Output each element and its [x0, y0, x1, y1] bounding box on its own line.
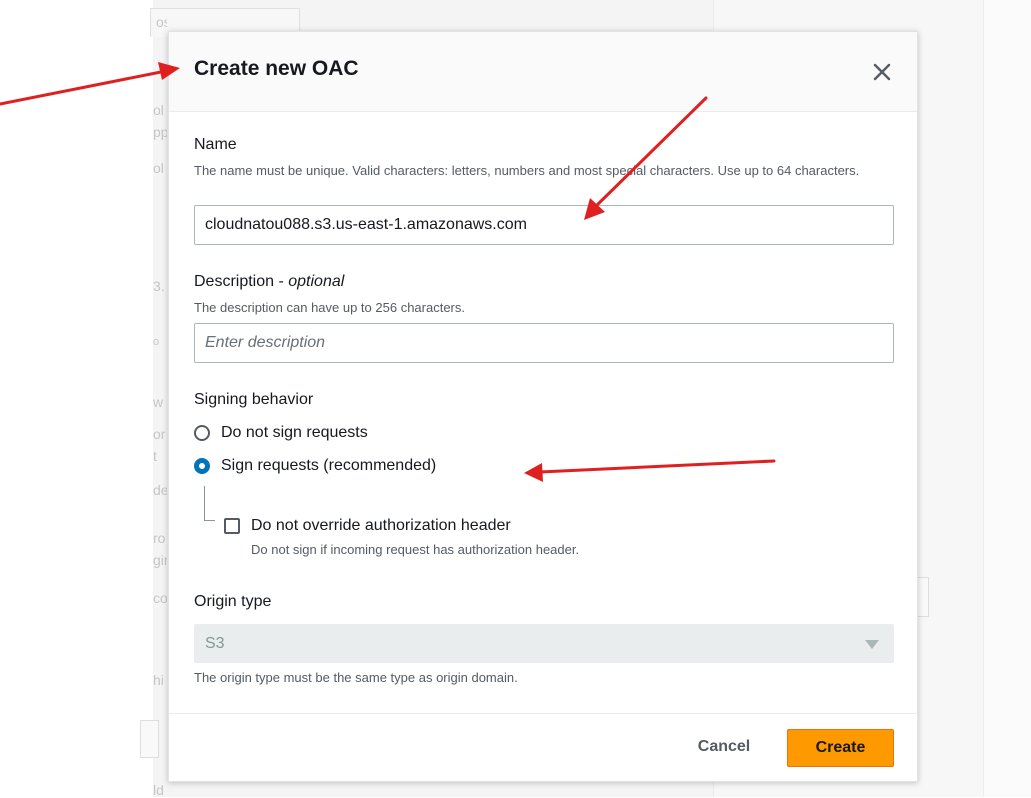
checkbox-do-not-override[interactable]: Do not override authorization header: [224, 517, 511, 535]
background-text: de: [153, 482, 167, 498]
background-text: ld: [153, 782, 164, 798]
background-scroll-area: [983, 0, 1031, 797]
background-text: 3.: [153, 278, 165, 294]
background-text: ol: [153, 102, 164, 118]
signing-behavior-label: Signing behavior: [194, 391, 314, 408]
checkbox-label: Do not override authorization header: [251, 517, 511, 534]
background-text: pp: [153, 124, 167, 140]
close-button[interactable]: [869, 59, 895, 85]
description-label-text: Description -: [194, 273, 289, 290]
description-label: Description - optional: [194, 273, 344, 291]
modal-title: Create new OAC: [194, 57, 359, 80]
background-text: or: [153, 426, 166, 442]
create-oac-modal: Create new OAC Name The name must be uni…: [168, 31, 918, 782]
background-text: osite endpoint: [156, 14, 167, 30]
create-button[interactable]: Create: [787, 729, 894, 767]
name-help: The name must be unique. Valid character…: [194, 163, 860, 178]
radio-do-not-sign[interactable]: Do not sign requests: [194, 424, 368, 442]
background-text: ol: [153, 160, 164, 176]
modal-header: Create new OAC: [169, 32, 917, 112]
background-box: [140, 720, 159, 758]
tree-connector: [204, 520, 215, 521]
background-box: [917, 577, 929, 617]
background-text: w: [153, 394, 164, 410]
background-text: gin: [153, 552, 167, 568]
caret-down-icon: [865, 640, 879, 649]
background-left-margin: [0, 0, 153, 797]
description-help: The description can have up to 256 chara…: [194, 300, 465, 315]
radio-checked-icon[interactable]: [194, 458, 210, 474]
optional-label: optional: [288, 273, 345, 290]
origin-type-label: Origin type: [194, 593, 272, 610]
radio-unchecked-icon[interactable]: [194, 425, 210, 441]
radio-sign-requests[interactable]: Sign requests (recommended): [194, 457, 436, 475]
tree-connector: [204, 486, 205, 521]
origin-type-select: S3: [194, 624, 894, 663]
radio-label: Do not sign requests: [221, 424, 368, 441]
name-label: Name: [194, 136, 237, 153]
background-text: t: [153, 448, 157, 464]
cancel-button[interactable]: Cancel: [674, 728, 774, 766]
background-text: co: [153, 590, 167, 606]
footer-divider: [169, 713, 917, 714]
origin-type-value: S3: [205, 635, 225, 652]
background-text: ro: [153, 530, 166, 546]
background-text: hi: [153, 672, 164, 688]
checkbox-help: Do not sign if incoming request has auth…: [251, 542, 580, 557]
name-input[interactable]: [194, 205, 894, 245]
background-text: o: [153, 336, 160, 348]
description-input[interactable]: [194, 323, 894, 363]
checkbox-unchecked-icon[interactable]: [224, 518, 240, 534]
origin-type-help: The origin type must be the same type as…: [194, 670, 518, 685]
radio-label: Sign requests (recommended): [221, 457, 437, 474]
close-icon: [873, 63, 891, 81]
